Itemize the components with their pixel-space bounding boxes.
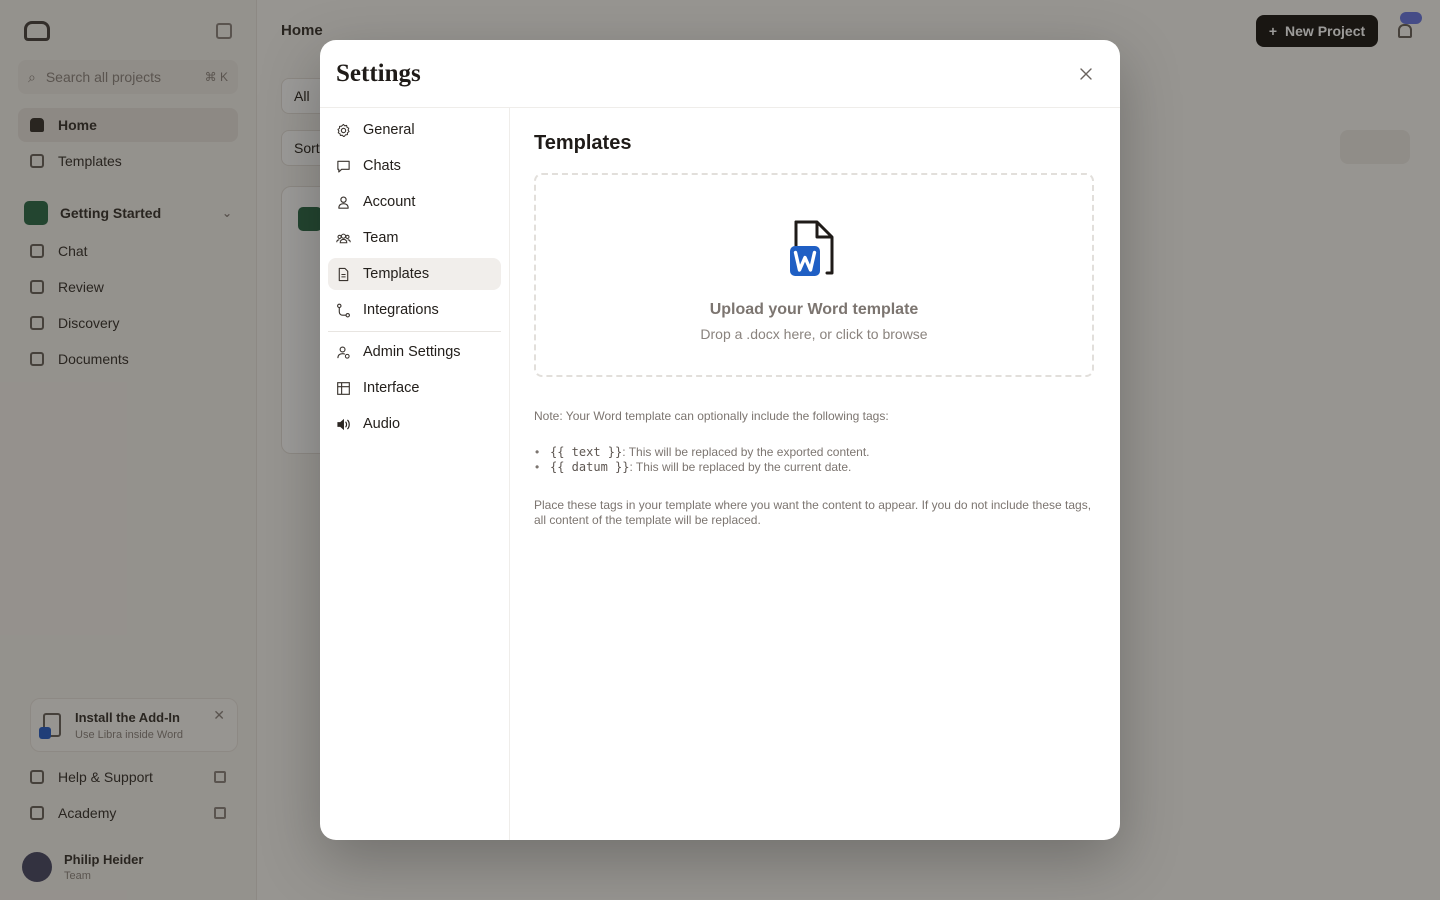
modal-body: General Chats Account Team Templates Int…: [320, 108, 1120, 840]
upload-title: Upload your Word template: [709, 301, 919, 318]
tags-note: Note: Your Word template can optionally …: [534, 409, 889, 423]
settings-nav-label: Interface: [363, 380, 420, 396]
settings-nav-label: Audio: [363, 416, 401, 432]
document-icon: [338, 267, 349, 281]
template-upload-dropzone[interactable]: Upload your Word template Drop a .docx h…: [534, 173, 1094, 377]
settings-nav-label: Integrations: [363, 302, 439, 318]
settings-nav: General Chats Account Team Templates Int…: [320, 108, 510, 840]
settings-nav-team[interactable]: Team: [328, 222, 501, 254]
settings-nav-admin-settings[interactable]: Admin Settings: [328, 336, 501, 368]
team-icon: [336, 233, 351, 243]
word-file-icon: [790, 220, 834, 276]
settings-nav-audio[interactable]: Audio: [328, 408, 501, 440]
modal-header: Settings: [320, 40, 1120, 108]
settings-nav-label: Templates: [363, 266, 430, 282]
speaker-icon: [337, 418, 350, 430]
list-item: {{ text }}: This will be replaced by the…: [534, 445, 1096, 460]
chat-bubble-icon: [337, 160, 350, 172]
nav-divider: [328, 331, 501, 332]
tag-description: : This will be replaced by the exported …: [622, 445, 870, 459]
panel-title: Templates: [534, 132, 632, 154]
upload-subtitle: Drop a .docx here, or click to browse: [700, 326, 928, 342]
settings-nav-general[interactable]: General: [328, 114, 501, 146]
integration-icon: [337, 303, 350, 317]
settings-nav-label: Admin Settings: [363, 344, 461, 360]
settings-nav-interface[interactable]: Interface: [328, 372, 501, 404]
grid-icon: [337, 381, 350, 395]
templates-panel: Templates Upload your Word template Drop…: [510, 108, 1120, 840]
settings-nav-integrations[interactable]: Integrations: [328, 294, 501, 326]
settings-modal: Settings General Chats Account Team Temp…: [320, 40, 1120, 840]
settings-nav-templates[interactable]: Templates: [328, 258, 501, 290]
list-item: {{ datum }}: This will be replaced by th…: [534, 460, 1096, 475]
settings-nav-label: Chats: [363, 158, 401, 174]
settings-nav-chats[interactable]: Chats: [328, 150, 501, 182]
settings-nav-account[interactable]: Account: [328, 186, 501, 218]
tag-code: {{ text }}: [550, 445, 623, 459]
gear-icon: [337, 123, 350, 137]
settings-nav-label: General: [363, 122, 415, 138]
tag-list: {{ text }}: This will be replaced by the…: [534, 445, 1096, 475]
admin-user-icon: [337, 346, 350, 359]
close-button[interactable]: [1074, 62, 1098, 86]
placement-note: Place these tags in your template where …: [534, 498, 1092, 527]
user-icon: [338, 196, 349, 209]
modal-title: Settings: [336, 60, 421, 87]
close-icon: [1080, 68, 1092, 80]
settings-nav-label: Team: [363, 230, 399, 246]
tag-description: : This will be replaced by the current d…: [629, 460, 852, 474]
tag-code: {{ datum }}: [550, 460, 630, 474]
settings-nav-label: Account: [363, 194, 416, 210]
